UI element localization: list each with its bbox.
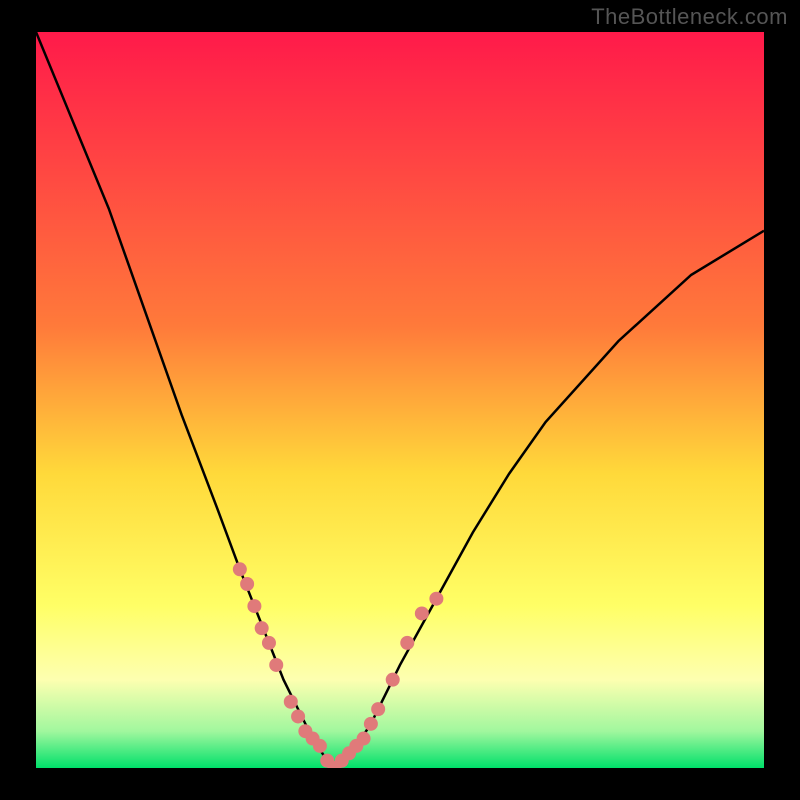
data-point: [429, 592, 443, 606]
data-point: [371, 702, 385, 716]
data-point: [357, 732, 371, 746]
watermark-text: TheBottleneck.com: [591, 4, 788, 30]
chart-svg: [36, 32, 764, 768]
data-point: [262, 636, 276, 650]
data-point: [269, 658, 283, 672]
gradient-background: [36, 32, 764, 768]
data-point: [284, 695, 298, 709]
data-point: [291, 709, 305, 723]
plot-area: [36, 32, 764, 768]
data-point: [313, 739, 327, 753]
data-point: [364, 717, 378, 731]
data-point: [240, 577, 254, 591]
data-point: [400, 636, 414, 650]
data-point: [233, 562, 247, 576]
chart-container: TheBottleneck.com: [0, 0, 800, 800]
data-point: [415, 606, 429, 620]
data-point: [247, 599, 261, 613]
data-point: [255, 621, 269, 635]
data-point: [386, 673, 400, 687]
